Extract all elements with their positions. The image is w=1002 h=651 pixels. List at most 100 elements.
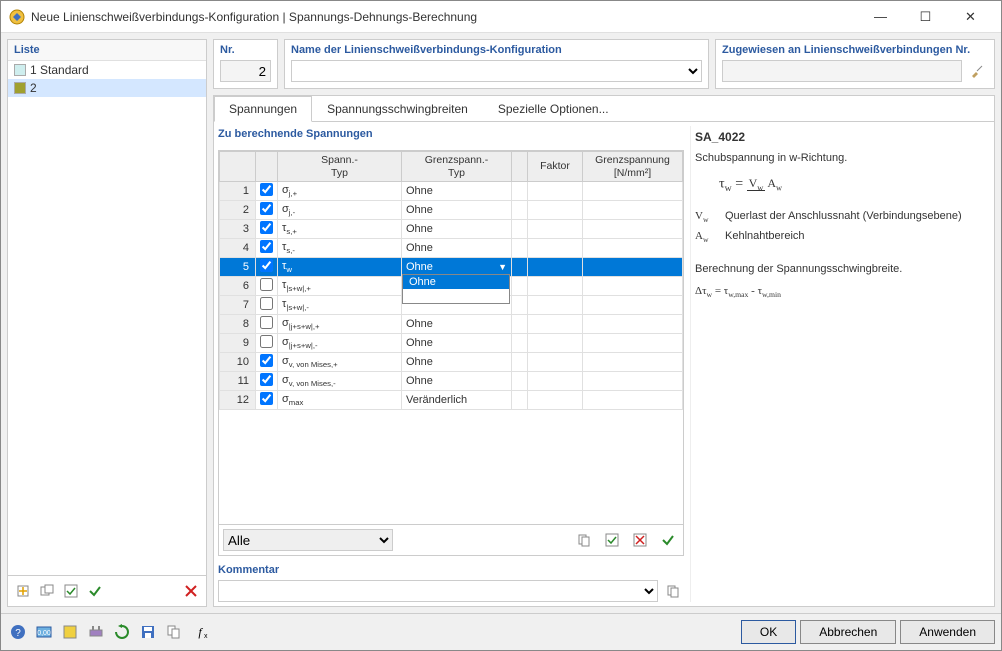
table-row[interactable]: 5τwOhne▼OhneBenutzer	[220, 258, 683, 277]
close-button[interactable]: ✕	[948, 2, 993, 32]
row-checkbox[interactable]	[260, 373, 273, 386]
minimize-button[interactable]: —	[858, 2, 903, 32]
copy-icon[interactable]	[573, 529, 595, 551]
limit-type-cell[interactable]: Ohne	[402, 220, 512, 239]
table-row[interactable]: 11σv, von Mises,-Ohne	[220, 372, 683, 391]
row-number: 8	[220, 315, 256, 334]
limit-type-cell[interactable]: Ohne	[402, 182, 512, 201]
list-toolbar	[8, 575, 206, 606]
refresh-icon[interactable]	[111, 621, 133, 643]
pick-icon[interactable]	[966, 60, 988, 82]
check-icon[interactable]	[84, 580, 106, 602]
help-panel: SA_4022 Schubspannung in w-Richtung. τw …	[690, 126, 990, 602]
function-icon[interactable]: fx	[189, 621, 211, 643]
row-checkbox[interactable]	[260, 183, 273, 196]
validate-icon[interactable]	[657, 529, 679, 551]
limit-type-cell[interactable]: Ohne▼OhneBenutzer	[402, 258, 512, 277]
help-calc-title: Berechnung der Spannungsschwingbreite.	[695, 263, 986, 275]
table-row[interactable]: 8 σ|j+s+w|,+Ohne	[220, 315, 683, 334]
col-limit-stress: Grenzspannung[N/mm²]	[583, 152, 683, 182]
checkall-icon[interactable]	[601, 529, 623, 551]
row-number: 7	[220, 296, 256, 315]
row-checkbox[interactable]	[260, 240, 273, 253]
row-checkbox[interactable]	[260, 335, 273, 348]
apply-button[interactable]: Anwenden	[900, 620, 995, 644]
ok-button[interactable]: OK	[741, 620, 796, 644]
tab[interactable]: Spannungsschwingbreiten	[312, 96, 483, 121]
row-checkbox[interactable]	[260, 259, 273, 272]
window-title: Neue Linienschweißverbindungs-Konfigurat…	[31, 10, 858, 24]
row-number: 4	[220, 239, 256, 258]
list-item[interactable]: 1 Standard	[8, 61, 206, 79]
new-icon[interactable]	[12, 580, 34, 602]
table-row[interactable]: 4 τs,-Ohne	[220, 239, 683, 258]
tab-bar: SpannungenSpannungsschwingbreitenSpeziel…	[214, 96, 994, 122]
limit-type-cell[interactable]: Ohne	[402, 334, 512, 353]
help-icon[interactable]: ?	[7, 621, 29, 643]
row-number: 11	[220, 372, 256, 391]
table-row[interactable]: 12σmaxVeränderlich	[220, 391, 683, 410]
delete-icon[interactable]	[180, 580, 202, 602]
table-row[interactable]: 1σj,+Ohne	[220, 182, 683, 201]
settings-icon[interactable]	[85, 621, 107, 643]
limit-type-cell[interactable]: Ohne	[402, 372, 512, 391]
stress-symbol: σ|j+s+w|,-	[278, 334, 402, 353]
row-number: 1	[220, 182, 256, 201]
row-checkbox[interactable]	[260, 316, 273, 329]
row-number: 6	[220, 277, 256, 296]
chevron-down-icon: ▼	[498, 262, 507, 272]
nr-input[interactable]	[220, 60, 271, 82]
table-row[interactable]: 3 τs,+Ohne	[220, 220, 683, 239]
export-icon[interactable]	[163, 621, 185, 643]
list-title: Liste	[8, 40, 206, 61]
col-factor: Faktor	[528, 152, 583, 182]
check-all-icon[interactable]	[60, 580, 82, 602]
name-select[interactable]	[291, 60, 702, 82]
row-checkbox[interactable]	[260, 202, 273, 215]
maximize-button[interactable]: ☐	[903, 2, 948, 32]
dropdown-option[interactable]: Ohne	[403, 275, 509, 289]
svg-text:?: ?	[15, 628, 21, 639]
row-checkbox[interactable]	[260, 278, 273, 291]
svg-text:0,00: 0,00	[37, 630, 51, 637]
help-desc: Schubspannung in w-Richtung.	[695, 152, 986, 164]
save-icon[interactable]	[137, 621, 159, 643]
row-checkbox[interactable]	[260, 354, 273, 367]
dropdown-option[interactable]: Benutzer	[403, 289, 509, 303]
config-list[interactable]: 1 Standard2	[8, 61, 206, 575]
comment-select[interactable]	[218, 580, 658, 602]
table-row[interactable]: 9σ|j+s+w|,-Ohne	[220, 334, 683, 353]
cancel-button[interactable]: Abbrechen	[800, 620, 896, 644]
titlebar: Neue Linienschweißverbindungs-Konfigurat…	[1, 1, 1001, 33]
tab[interactable]: Spezielle Optionen...	[483, 96, 624, 121]
stress-symbol: τs,+	[278, 220, 402, 239]
remove-row-icon[interactable]	[629, 529, 651, 551]
limit-type-cell[interactable]: Ohne	[402, 201, 512, 220]
limit-type-cell[interactable]: Ohne	[402, 353, 512, 372]
filter-select[interactable]: Alle	[223, 529, 393, 551]
row-checkbox[interactable]	[260, 392, 273, 405]
stress-symbol: σ|j+s+w|,+	[278, 315, 402, 334]
stress-table[interactable]: Spann.-Typ Grenzspann.-Typ Faktor Grenzs…	[219, 151, 683, 410]
col-stress-type: Spann.-Typ	[278, 152, 402, 182]
row-number: 3	[220, 220, 256, 239]
stress-symbol: τs,-	[278, 239, 402, 258]
dialog-footer: ? 0,00 fx OK Abbrechen Anwenden	[1, 613, 1001, 650]
limit-type-cell[interactable]: Ohne	[402, 315, 512, 334]
row-checkbox[interactable]	[260, 297, 273, 310]
color-swatch	[14, 82, 26, 94]
assigned-label: Zugewiesen an Linienschweißverbindungen …	[722, 44, 988, 56]
row-checkbox[interactable]	[260, 221, 273, 234]
table-row[interactable]: 10σv, von Mises,+Ohne	[220, 353, 683, 372]
duplicate-icon[interactable]	[36, 580, 58, 602]
units-icon[interactable]: 0,00	[33, 621, 55, 643]
color-icon[interactable]	[59, 621, 81, 643]
assigned-input[interactable]	[722, 60, 962, 82]
comment-copy-icon[interactable]	[662, 580, 684, 602]
limit-type-cell[interactable]: Veränderlich	[402, 391, 512, 410]
limit-type-cell[interactable]: Ohne	[402, 239, 512, 258]
list-item[interactable]: 2	[8, 79, 206, 97]
table-row[interactable]: 2σj,-Ohne	[220, 201, 683, 220]
tab[interactable]: Spannungen	[214, 96, 312, 122]
row-number: 2	[220, 201, 256, 220]
